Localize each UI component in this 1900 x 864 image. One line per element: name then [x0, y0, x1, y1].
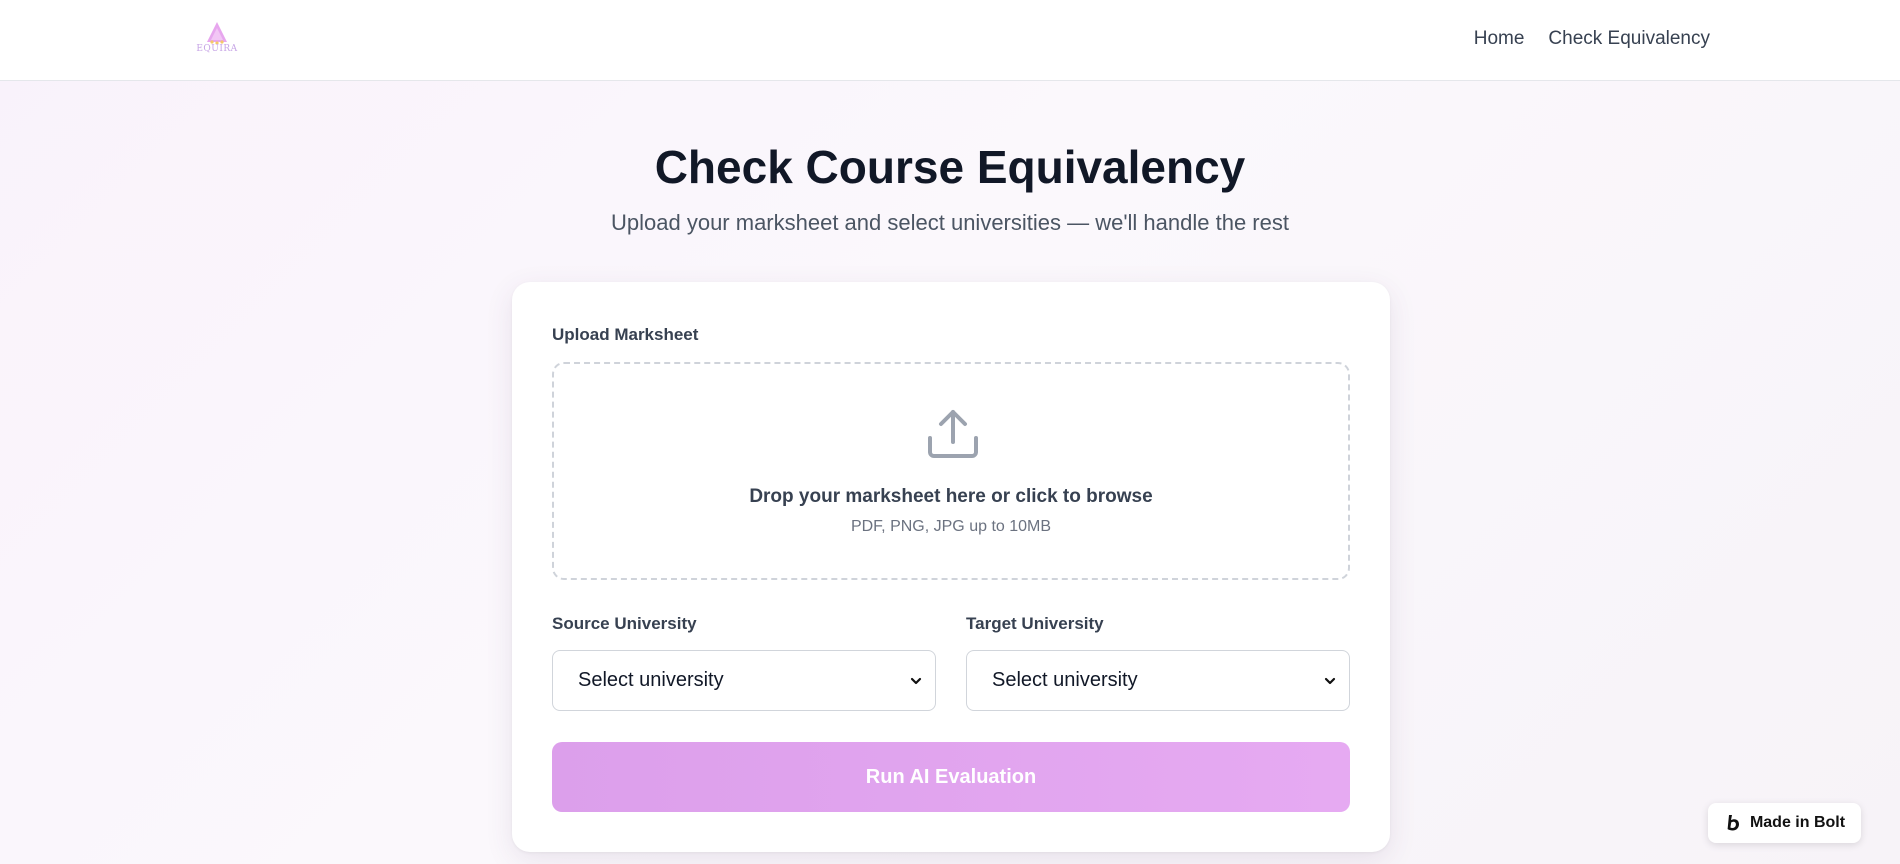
logo-icon[interactable]	[196, 20, 238, 60]
evaluation-form-card: Upload Marksheet Drop your marksheet her…	[512, 282, 1390, 852]
chevron-down-icon	[1324, 677, 1336, 684]
nav-check-equivalency-link[interactable]: Check Equivalency	[1548, 28, 1710, 50]
page-title: Check Course Equivalency	[654, 141, 1246, 193]
dropzone-hint: PDF, PNG, JPG up to 10MB	[850, 518, 1052, 535]
bolt-logo-icon	[1727, 815, 1739, 831]
top-navbar: EQUIRA Home Check Equivalency	[0, 0, 1900, 81]
source-university-value: Select university	[578, 669, 724, 691]
target-university-label: Target University	[966, 614, 1104, 633]
made-in-bolt-badge[interactable]: Made in Bolt	[1708, 803, 1861, 843]
target-university-select[interactable]: Select university	[966, 650, 1350, 711]
chevron-down-icon	[910, 677, 922, 684]
source-university-label: Source University	[552, 614, 697, 633]
logo-text: EQUIRA	[196, 44, 238, 54]
dropzone-text: Drop your marksheet here or click to bro…	[749, 486, 1153, 507]
upload-label: Upload Marksheet	[552, 325, 699, 344]
made-in-bolt-label: Made in Bolt	[1749, 814, 1846, 831]
upload-icon	[928, 410, 978, 458]
marksheet-dropzone[interactable]: Drop your marksheet here or click to bro…	[552, 362, 1350, 580]
source-university-select[interactable]: Select university	[552, 650, 936, 711]
nav-home-link[interactable]: Home	[1474, 28, 1525, 50]
page-subtitle: Upload your marksheet and select univers…	[611, 210, 1289, 235]
target-university-value: Select university	[992, 669, 1138, 691]
run-ai-evaluation-button[interactable]: Run AI Evaluation	[552, 742, 1350, 812]
main-nav: Home Check Equivalency	[1474, 28, 1710, 50]
